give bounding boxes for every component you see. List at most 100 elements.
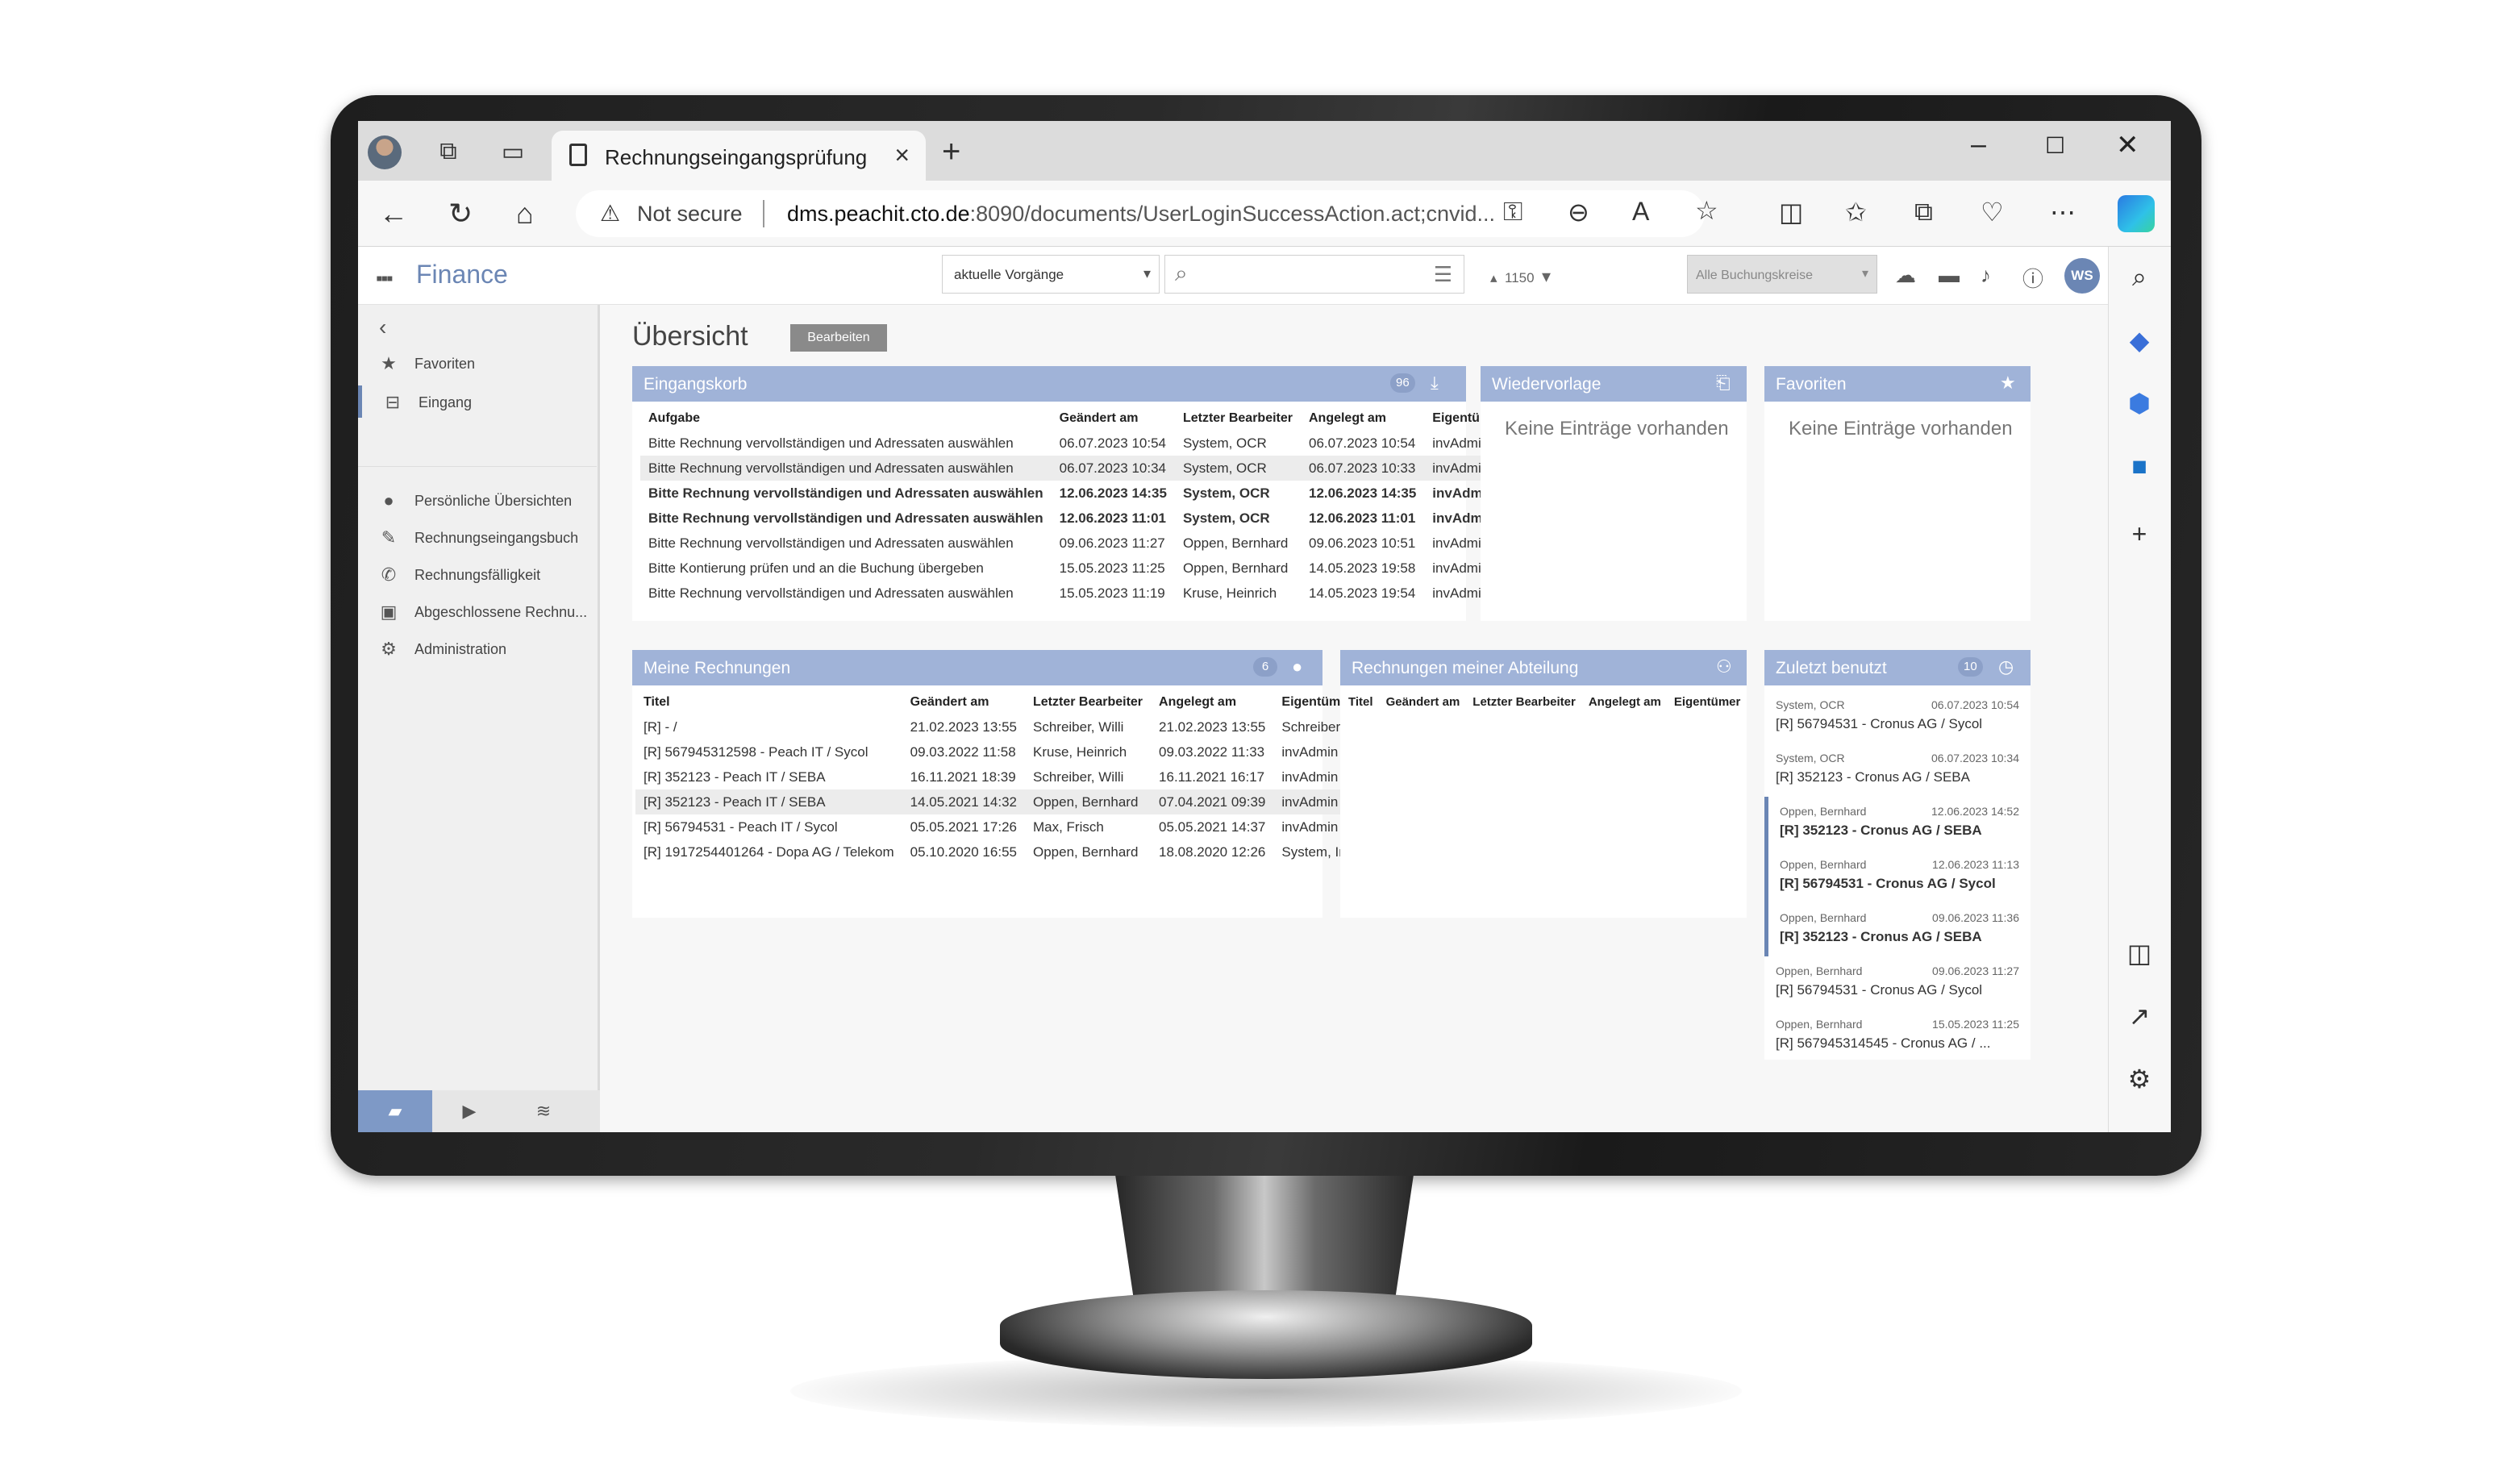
- view-filter-select[interactable]: aktuelle Vorgänge ▾: [942, 255, 1160, 294]
- column-header[interactable]: Angelegt am: [1301, 408, 1424, 431]
- shopping-tag-icon[interactable]: ◆: [2123, 324, 2156, 356]
- column-header[interactable]: Geändert am: [902, 692, 1025, 714]
- list-item[interactable]: System, OCR 06.07.2023 10:54 [R] 5679453…: [1764, 690, 2031, 744]
- search-input[interactable]: ⌕ ☰: [1164, 255, 1464, 294]
- new-tab-icon[interactable]: +: [942, 134, 960, 170]
- bell-icon[interactable]: ♪: [1981, 263, 1991, 288]
- favorites-icon[interactable]: ✩: [1845, 197, 1867, 227]
- key-icon[interactable]: ⚿: [1503, 197, 1522, 227]
- more-menu-icon[interactable]: ⋯: [2050, 197, 2076, 227]
- buchungskreis-select[interactable]: Alle Buchungskreise ▾: [1687, 255, 1877, 294]
- person-icon[interactable]: ●: [1292, 656, 1302, 677]
- list-item[interactable]: Oppen, Bernhard 12.06.2023 11:13 [R] 567…: [1764, 850, 2031, 903]
- column-header[interactable]: Letzter Bearbeiter: [1025, 692, 1151, 714]
- outlook-icon[interactable]: ■: [2123, 450, 2156, 482]
- edit-button[interactable]: Bearbeiten: [790, 324, 887, 352]
- collections-add-icon[interactable]: ⧉: [1914, 197, 1933, 227]
- column-header[interactable]: Geändert am: [1052, 408, 1175, 431]
- group-icon[interactable]: ⚇: [1716, 656, 1732, 677]
- window-close-icon[interactable]: ✕: [2116, 129, 2139, 161]
- table-row[interactable]: [R] 56794531 - Peach IT / Sycol 05.05.202…: [635, 814, 1368, 839]
- table-row[interactable]: [R] 1917254401264 - Dopa AG / Telekom 05.…: [635, 839, 1368, 864]
- collections-icon[interactable]: ⧉: [432, 135, 464, 168]
- browser-essentials-icon[interactable]: ♡: [1981, 197, 2004, 227]
- sidebar-panel-icon[interactable]: ◫: [2123, 937, 2156, 969]
- add-sidebar-icon[interactable]: +: [2123, 518, 2156, 550]
- sort-down-icon[interactable]: ▾: [1542, 266, 1551, 286]
- table-row[interactable]: Bitte Rechnung vervollständigen und Adre…: [640, 481, 1511, 506]
- table-row[interactable]: [R] 352123 - Peach IT / SEBA 14.05.2021 1…: [635, 789, 1368, 814]
- table-row[interactable]: Bitte Rechnung vervollständigen und Adre…: [640, 456, 1512, 481]
- close-tab-icon[interactable]: ×: [894, 140, 910, 170]
- column-header[interactable]: Letzter Bearbeiter: [1466, 692, 1582, 714]
- list-item[interactable]: Oppen, Bernhard 09.06.2023 11:36 [R] 352…: [1764, 903, 2031, 956]
- table-row[interactable]: [R] 567945312598 - Peach IT / Sycol 09.03…: [635, 739, 1368, 764]
- cloud-upload-icon[interactable]: ☁: [1895, 263, 1916, 288]
- chat-icon[interactable]: ▬: [1939, 263, 1960, 288]
- table-cell: Max, Frisch: [1032, 819, 1104, 835]
- star-icon[interactable]: ★: [2000, 373, 2016, 394]
- database-icon[interactable]: ≋: [506, 1090, 581, 1132]
- search-icon[interactable]: ⌕: [2123, 261, 2156, 294]
- read-aloud-icon[interactable]: A: [1632, 197, 1649, 227]
- browser-tab-active[interactable]: Rechnungseingangsprüfung ×: [552, 131, 926, 181]
- url-field[interactable]: ⚠ Not secure dms.peachit.cto.de:8090/doc…: [576, 190, 1718, 237]
- column-header[interactable]: Titel: [635, 692, 902, 714]
- list-item[interactable]: Oppen, Bernhard 12.06.2023 14:52 [R] 352…: [1764, 797, 2031, 850]
- info-icon[interactable]: ⓘ: [2022, 263, 2043, 293]
- column-header[interactable]: Angelegt am: [1151, 692, 1273, 714]
- document-icon: [569, 144, 587, 166]
- list-item[interactable]: Oppen, Bernhard 15.05.2023 11:25 [R] 567…: [1764, 1010, 2031, 1063]
- office-icon[interactable]: ⬢: [2123, 387, 2156, 419]
- sidebar-item-rechnungsfaelligkeit[interactable]: ✆ Rechnungsfälligkeit: [358, 558, 597, 590]
- sort-up-icon[interactable]: ▴: [1490, 270, 1497, 285]
- table-row[interactable]: Bitte Rechnung vervollständigen und Adre…: [640, 531, 1511, 556]
- table-row[interactable]: [R] - / 21.02.2023 13:55 Schreiber, Willi 2…: [635, 714, 1368, 739]
- user-avatar[interactable]: WS: [2064, 258, 2100, 294]
- recent-user: Oppen, Bernhard: [1780, 805, 1867, 818]
- column-header[interactable]: Eigentümer: [1668, 692, 1747, 714]
- column-header[interactable]: Titel: [1342, 692, 1380, 714]
- sidebar-item-favoriten[interactable]: ★ Favoriten: [358, 347, 597, 379]
- list-item[interactable]: Oppen, Bernhard 09.06.2023 11:27 [R] 567…: [1764, 956, 2031, 1010]
- tab-actions-icon[interactable]: ▭: [497, 135, 529, 168]
- sidebar-item-eingang[interactable]: ⊟ Eingang: [358, 385, 597, 418]
- panel-title: Eingangskorb: [644, 375, 748, 394]
- settings-gear-icon[interactable]: ⚙: [2123, 1063, 2156, 1095]
- download-icon[interactable]: ⤓: [1431, 373, 1439, 394]
- maximize-icon[interactable]: ☐: [2045, 132, 2065, 159]
- table-row[interactable]: Bitte Rechnung vervollständigen und Adre…: [640, 431, 1511, 456]
- sidebar-item-administration[interactable]: ⚙ Administration: [358, 632, 597, 664]
- not-secure-label[interactable]: Not secure: [637, 202, 743, 227]
- table-row[interactable]: Bitte Kontierung prüfen und an die Buchu…: [640, 556, 1511, 581]
- collapse-chevron-icon[interactable]: ‹: [379, 315, 386, 340]
- folder-icon[interactable]: ▰: [358, 1090, 432, 1132]
- zoom-out-icon[interactable]: ⊖: [1568, 197, 1589, 227]
- reload-icon[interactable]: ↻: [448, 197, 473, 231]
- sidebar-item-rechnungseingangsbuch[interactable]: ✎ Rechnungseingangsbuch: [358, 521, 597, 553]
- resubmission-icon[interactable]: ⎗: [1716, 373, 1731, 394]
- play-icon[interactable]: ▶: [432, 1090, 506, 1132]
- column-header[interactable]: Aufgabe: [640, 408, 1052, 431]
- minimize-icon[interactable]: –: [1971, 129, 1986, 160]
- list-item[interactable]: System, OCR 06.07.2023 10:34 [R] 352123 …: [1764, 744, 2031, 797]
- profile-avatar[interactable]: [368, 135, 402, 169]
- table-row[interactable]: Bitte Rechnung vervollständigen und Adre…: [640, 581, 1511, 606]
- column-header[interactable]: Letzter Bearbeiter: [1175, 408, 1301, 431]
- split-screen-icon[interactable]: ◫: [1779, 197, 1803, 227]
- copilot-icon[interactable]: [2118, 195, 2155, 232]
- apps-grid-icon[interactable]: ▪▪▪: [376, 268, 393, 290]
- column-header[interactable]: Geändert am: [1380, 692, 1467, 714]
- table-row[interactable]: [R] 352123 - Peach IT / SEBA 16.11.2021 1…: [635, 764, 1368, 789]
- filter-options-icon[interactable]: ☰: [1434, 262, 1452, 287]
- clock-icon[interactable]: ◷: [1998, 656, 2014, 677]
- sidebar-item-persoenliche-uebersichten[interactable]: ● Persönliche Übersichten: [358, 484, 597, 516]
- pager[interactable]: ▴ 1150 ▾: [1490, 266, 1551, 287]
- table-row[interactable]: Bitte Rechnung vervollständigen und Adre…: [640, 506, 1511, 531]
- external-link-icon[interactable]: ↗: [2123, 1000, 2156, 1032]
- sidebar-item-abgeschlossene-rechnungen[interactable]: ▣ Abgeschlossene Rechnu...: [358, 595, 597, 627]
- back-arrow-icon[interactable]: ←: [379, 197, 408, 231]
- home-icon[interactable]: ⌂: [516, 197, 534, 231]
- favorite-star-icon[interactable]: ☆: [1695, 195, 1718, 226]
- column-header[interactable]: Angelegt am: [1582, 692, 1668, 714]
